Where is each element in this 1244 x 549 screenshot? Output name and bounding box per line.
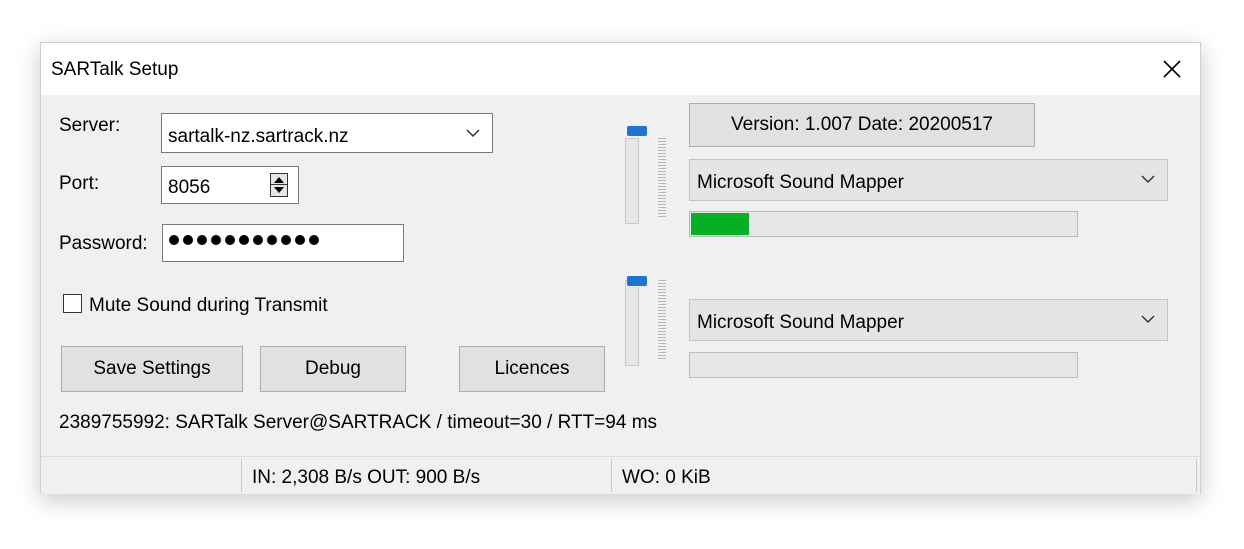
traffic-status: IN: 2,308 B/s OUT: 900 B/s xyxy=(252,467,481,488)
password-dot xyxy=(309,235,319,245)
port-label: Port: xyxy=(59,173,100,194)
save-settings-button[interactable]: Save Settings xyxy=(61,346,243,392)
version-button[interactable]: Version: 1.007 Date: 20200517 xyxy=(689,103,1035,147)
port-spinner[interactable] xyxy=(270,173,288,197)
server-label: Server: xyxy=(59,115,121,136)
write-out-status: WO: 0 KiB xyxy=(622,467,711,488)
password-input[interactable] xyxy=(162,224,404,262)
server-combobox[interactable]: sartalk-nz.sartrack.nz xyxy=(161,113,493,153)
input-volume-ticks xyxy=(658,280,666,360)
password-dot xyxy=(267,235,277,245)
password-label: Password: xyxy=(59,233,148,254)
close-icon xyxy=(1163,60,1181,78)
chevron-down-icon xyxy=(466,129,480,138)
port-value: 8056 xyxy=(168,177,211,198)
password-dot xyxy=(211,235,221,245)
debug-button[interactable]: Debug xyxy=(260,346,406,392)
password-dot xyxy=(197,235,207,245)
password-dot xyxy=(169,235,179,245)
password-dot xyxy=(295,235,305,245)
connection-status: 2389755992: SARTalk Server@SARTRACK / ti… xyxy=(59,412,658,433)
output-device-value: Microsoft Sound Mapper xyxy=(697,172,904,193)
title-bar: SARTalk Setup xyxy=(41,43,1200,95)
server-value: sartalk-nz.sartrack.nz xyxy=(168,126,349,147)
password-dot xyxy=(281,235,291,245)
password-dot xyxy=(253,235,263,245)
output-level-meter xyxy=(689,211,1078,237)
licences-button[interactable]: Licences xyxy=(459,346,605,392)
spin-down-icon[interactable] xyxy=(274,187,284,193)
input-level-meter xyxy=(689,352,1078,378)
input-device-value: Microsoft Sound Mapper xyxy=(697,312,904,333)
status-bar: IN: 2,308 B/s OUT: 900 B/s WO: 0 KiB xyxy=(41,456,1200,494)
output-volume-ticks xyxy=(658,138,666,218)
port-input[interactable]: 8056 xyxy=(161,166,299,204)
close-button[interactable] xyxy=(1144,43,1200,95)
sartalk-setup-window: SARTalk Setup Server: sartalk-nz.sartrac… xyxy=(40,42,1201,494)
password-dot xyxy=(239,235,249,245)
password-mask xyxy=(169,235,319,245)
password-dot xyxy=(225,235,235,245)
output-volume-slider-track[interactable] xyxy=(625,138,639,224)
password-dot xyxy=(183,235,193,245)
mute-checkbox[interactable] xyxy=(63,294,82,313)
chevron-down-icon xyxy=(1141,315,1155,324)
output-level-fill xyxy=(691,213,749,235)
input-volume-slider-thumb[interactable] xyxy=(627,276,647,286)
input-device-select[interactable]: Microsoft Sound Mapper xyxy=(689,299,1168,341)
chevron-down-icon xyxy=(1141,175,1155,184)
input-volume-slider-track[interactable] xyxy=(625,280,639,366)
spin-up-icon[interactable] xyxy=(274,177,284,183)
window-title: SARTalk Setup xyxy=(51,59,179,80)
mute-label[interactable]: Mute Sound during Transmit xyxy=(89,295,328,317)
output-volume-slider-thumb[interactable] xyxy=(627,126,647,136)
output-device-select[interactable]: Microsoft Sound Mapper xyxy=(689,159,1168,201)
